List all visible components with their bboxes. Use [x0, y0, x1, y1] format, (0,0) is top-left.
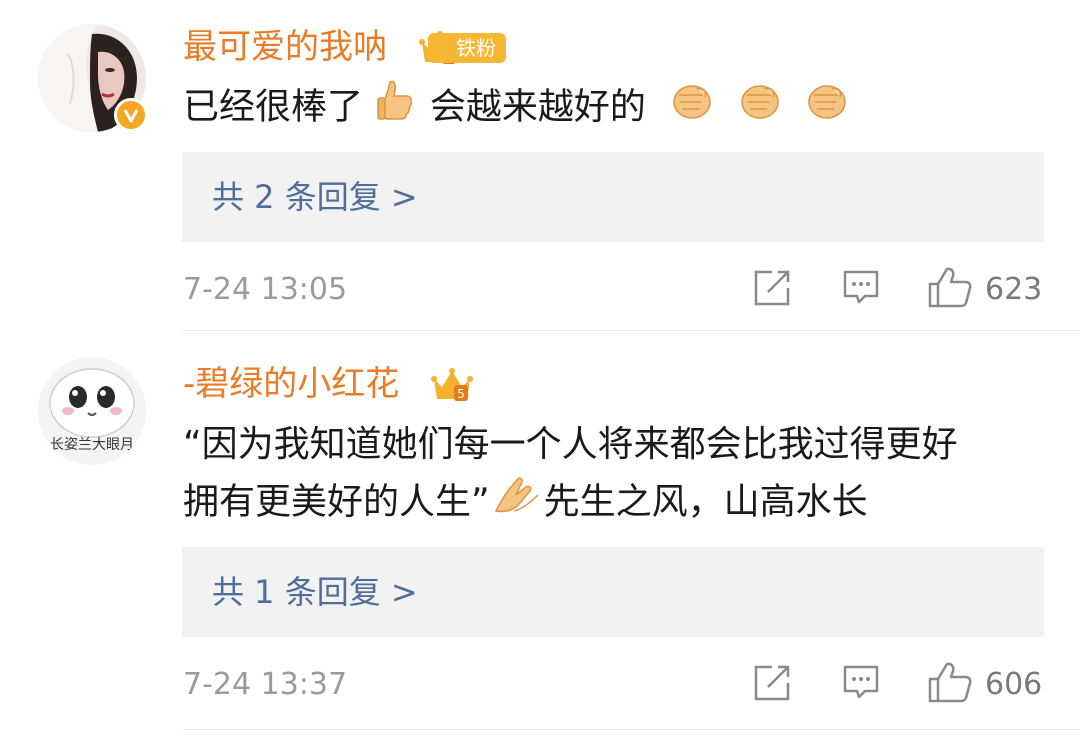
fist-emoji	[806, 79, 848, 138]
pray-emoji	[492, 473, 542, 534]
replies-link[interactable]: 共 2 条回复 >	[212, 152, 418, 242]
comment-text: 已经很棒了 会越来越好的	[183, 78, 1063, 139]
replies-link[interactable]: 共 1 条回复 >	[212, 547, 418, 637]
fist-emoji	[739, 79, 781, 138]
like-icon[interactable]	[928, 266, 972, 312]
comment-item: 长姿兰大眼月 -碧绿的小红花 5 “因为我知道她们每一个人将来都会比我过得更好 …	[0, 331, 1080, 736]
repost-icon[interactable]	[752, 663, 792, 707]
replies-box[interactable]: 共 1 条回复 >	[182, 547, 1044, 637]
avatar[interactable]: 长姿兰大眼月	[38, 357, 146, 465]
fist-emoji	[671, 79, 713, 138]
fan-badge-label: 铁粉	[456, 36, 496, 60]
fan-badge: 铁粉	[428, 33, 506, 63]
svg-text:长姿兰大眼月: 长姿兰大眼月	[50, 437, 134, 453]
comment-item: 最可爱的我呐 4 铁粉 已经很棒了 会越来越好的 共 2 条	[0, 0, 1080, 331]
comment-icon[interactable]	[841, 663, 881, 707]
like-count: 623	[985, 272, 1043, 307]
like-icon[interactable]	[928, 661, 972, 707]
divider	[183, 729, 1080, 730]
svg-text:5: 5	[457, 387, 465, 401]
comment-text: “因为我知道她们每一个人将来都会比我过得更好 拥有更美好的人生” 先生之风，山高…	[183, 417, 1063, 534]
comment-text-part: 拥有更美好的人生”	[183, 481, 490, 523]
repost-icon[interactable]	[752, 268, 792, 312]
timestamp: 7-24 13:37	[183, 667, 348, 702]
comment-text-line: 拥有更美好的人生” 先生之风，山高水长	[183, 473, 1063, 534]
comment-text-line: “因为我知道她们每一个人将来都会比我过得更好	[183, 424, 958, 465]
username[interactable]: 最可爱的我呐	[183, 30, 387, 64]
username[interactable]: -碧绿的小红花	[183, 367, 399, 401]
thumbs-up-emoji	[376, 78, 416, 139]
like-count: 606	[985, 667, 1043, 702]
crown-icon: 5	[430, 365, 474, 409]
verified-icon	[114, 98, 148, 132]
avatar-image: 长姿兰大眼月	[38, 357, 146, 465]
timestamp: 7-24 13:05	[183, 272, 348, 307]
comment-text-part: 已经很棒了	[183, 86, 364, 128]
comment-icon[interactable]	[841, 268, 881, 312]
comment-text-part: 先生之风，山高水长	[543, 481, 868, 523]
comment-text-part: 会越来越好的	[429, 86, 646, 128]
replies-box[interactable]: 共 2 条回复 >	[182, 152, 1044, 242]
